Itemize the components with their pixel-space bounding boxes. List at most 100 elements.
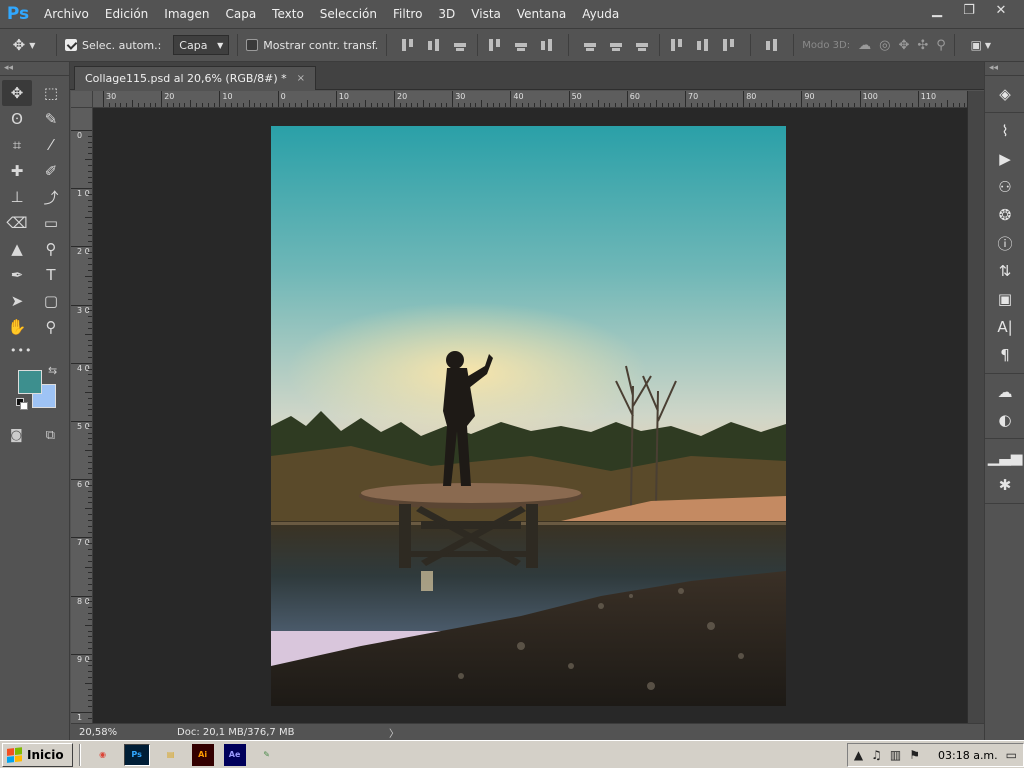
pen-tool[interactable]: ✒ (2, 262, 32, 288)
volume-icon[interactable]: ♫ (871, 748, 882, 762)
menu-imagen[interactable]: Imagen (156, 0, 217, 28)
3d-orbit-icon[interactable]: ☁ (858, 38, 871, 53)
quick-selection-tool[interactable]: ✎ (36, 106, 66, 132)
zoom-level-field[interactable]: 20,58% (71, 727, 117, 738)
menu-archivo[interactable]: Archivo (36, 0, 97, 28)
tools-panel-collapse[interactable]: ◂◂ (0, 62, 69, 76)
eraser-tool[interactable]: ⌫ (2, 210, 32, 236)
info-panel-icon[interactable]: ⓘ (985, 229, 1024, 257)
libraries-panel-icon[interactable]: ☁ (985, 378, 1024, 406)
horizontal-ruler[interactable]: 30 20 10 0 10 20 30 40 50 60 70 80 90 100 110 (93, 91, 967, 108)
menu-edicion[interactable]: Edición (97, 0, 156, 28)
vertical-scrollbar[interactable] (967, 91, 984, 723)
layers-panel-icon[interactable]: ◈ (985, 80, 1024, 108)
document-canvas[interactable] (271, 126, 786, 706)
dodge-tool[interactable]: ⚲ (36, 236, 66, 262)
tray-expand-icon[interactable]: ▲ (854, 748, 863, 762)
crop-tool[interactable]: ⌗ (2, 132, 32, 158)
menu-filtro[interactable]: Filtro (385, 0, 430, 28)
marquee-tool[interactable]: ⬚ (36, 80, 66, 106)
canvas-area[interactable] (93, 108, 967, 723)
3d-drag-icon[interactable]: ✥ (898, 38, 909, 53)
navigator-panel-icon[interactable]: ✱ (985, 471, 1024, 499)
align-bottom-icon[interactable] (452, 37, 468, 53)
history-panel-icon[interactable]: ⇅ (985, 257, 1024, 285)
restore-icon[interactable]: ❐ (954, 0, 984, 20)
menu-seleccion[interactable]: Selección (312, 0, 385, 28)
gradient-tool[interactable]: ▭ (36, 210, 66, 236)
adjustments-panel-icon[interactable]: ◐ (985, 406, 1024, 434)
menu-vista[interactable]: Vista (463, 0, 509, 28)
close-icon[interactable]: ✕ (986, 0, 1016, 20)
path-selection-tool[interactable]: ➤ (2, 288, 32, 314)
menu-ayuda[interactable]: Ayuda (574, 0, 627, 28)
blur-tool[interactable]: ▲ (2, 236, 32, 262)
explorer-taskbar-icon[interactable]: ▤ (160, 744, 182, 766)
align-vertical-center-icon[interactable] (426, 37, 442, 53)
move-tool[interactable]: ✥ (2, 80, 32, 106)
auto-select-option[interactable]: Selec. autom.: (65, 39, 161, 52)
type-tool[interactable]: T (36, 262, 66, 288)
action-center-flag-icon[interactable]: ⚑ (909, 748, 920, 762)
histogram-panel-icon[interactable]: ▁▃▅ (985, 443, 1024, 471)
distribute-horizontal-center-icon[interactable] (695, 37, 711, 53)
menu-capa[interactable]: Capa (217, 0, 264, 28)
illustrator-taskbar-icon[interactable]: Ai (191, 743, 214, 766)
menu-texto[interactable]: Texto (264, 0, 312, 28)
3d-slide-icon[interactable]: ✣ (917, 38, 928, 53)
auto-select-target-dropdown[interactable]: Capa ▼ (173, 35, 230, 55)
taskbar-clock[interactable]: 03:18 a.m. (938, 749, 998, 762)
lasso-tool[interactable]: ʘ (2, 106, 32, 132)
swap-colors-icon[interactable]: ⇆ (48, 364, 57, 377)
zoom-tool[interactable]: ⚲ (36, 314, 66, 340)
align-horizontal-center-icon[interactable] (513, 37, 529, 53)
minimize-icon[interactable]: ▁ (922, 0, 952, 20)
character-panel-icon[interactable]: A| (985, 313, 1024, 341)
distribute-right-icon[interactable] (721, 37, 737, 53)
distribute-left-icon[interactable] (669, 37, 685, 53)
hand-tool[interactable]: ✋ (2, 314, 32, 340)
history-brush-tool[interactable]: ⤴ (36, 184, 66, 210)
paint-taskbar-icon[interactable]: ✎ (256, 744, 278, 766)
color-panel-icon[interactable]: ❂ (985, 201, 1024, 229)
foreground-color-swatch[interactable] (18, 370, 42, 394)
clone-stamp-tool[interactable]: ⊥ (2, 184, 32, 210)
3d-panel-icon[interactable]: ▣ (985, 285, 1024, 313)
vertical-ruler[interactable]: 01 02 03 04 05 06 07 08 09 01 (71, 108, 93, 723)
shape-tool[interactable]: ▢ (36, 288, 66, 314)
photoshop-taskbar-icon[interactable]: Ps (123, 743, 150, 766)
show-transform-checkbox[interactable] (246, 39, 259, 51)
screen-mode-icon[interactable]: ⧉ (46, 428, 55, 443)
paragraph-panel-icon[interactable]: ¶ (985, 341, 1024, 369)
distribute-vertical-center-icon[interactable] (608, 37, 624, 53)
align-right-icon[interactable] (539, 37, 555, 53)
network-icon[interactable]: ▥ (890, 748, 901, 762)
align-top-icon[interactable] (400, 37, 416, 53)
menu-ventana[interactable]: Ventana (509, 0, 574, 28)
show-transform-option[interactable]: Mostrar contr. transf. (246, 39, 378, 52)
quick-mask-icon[interactable]: ◙ (10, 428, 23, 443)
eyedropper-tool[interactable]: ⁄ (36, 132, 66, 158)
start-button[interactable]: Inicio (2, 742, 73, 767)
paths-panel-icon[interactable]: ⌇ (985, 117, 1024, 145)
healing-brush-tool[interactable]: ✚ (2, 158, 32, 184)
auto-select-checkbox[interactable] (65, 39, 77, 51)
distribute-bottom-icon[interactable] (634, 37, 650, 53)
ruler-origin[interactable] (71, 91, 93, 108)
close-icon[interactable]: × (297, 73, 305, 84)
document-tab[interactable]: Collage115.psd al 20,6% (RGB/8#) * × (74, 66, 317, 90)
actions-panel-icon[interactable]: ▶ (985, 145, 1024, 173)
3d-roll-icon[interactable]: ◎ (879, 38, 890, 53)
chrome-taskbar-icon[interactable]: ◉ (92, 744, 114, 766)
3d-scale-icon[interactable]: ⚲ (936, 38, 946, 53)
align-left-icon[interactable] (487, 37, 503, 53)
menu-3d[interactable]: 3D (430, 0, 463, 28)
after-effects-taskbar-icon[interactable]: Ae (223, 743, 246, 766)
clone-source-panel-icon[interactable]: ⚇ (985, 173, 1024, 201)
workspace-switcher[interactable]: ▣ ▼ (963, 34, 999, 56)
more-tools-icon[interactable]: ••• (0, 344, 69, 362)
distribute-top-icon[interactable] (582, 37, 598, 53)
auto-align-layers-icon[interactable] (764, 37, 780, 53)
tool-preset-picker[interactable]: ✥ ▼ (0, 34, 48, 56)
status-menu-arrow-icon[interactable]: 〉 (389, 725, 399, 740)
